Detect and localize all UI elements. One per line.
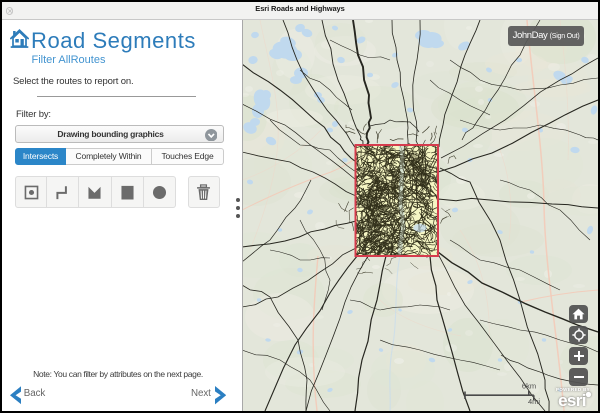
- svg-text:4mi: 4mi: [528, 397, 540, 406]
- svg-text:6km: 6km: [522, 382, 536, 391]
- svg-text:esri: esri: [558, 391, 586, 410]
